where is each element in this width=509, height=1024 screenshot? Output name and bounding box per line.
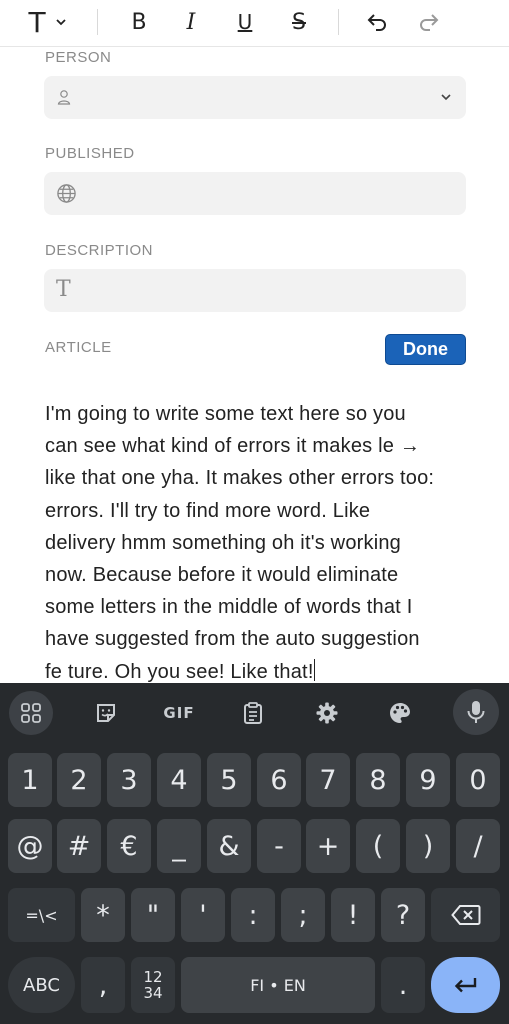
undo-button[interactable]	[360, 5, 394, 39]
clipboard-icon	[244, 702, 262, 724]
apps-button[interactable]	[9, 691, 53, 735]
key-question[interactable]: ?	[381, 888, 425, 942]
key-5[interactable]: 5	[207, 753, 251, 807]
italic-button[interactable]: I	[174, 5, 208, 39]
key-right-paren[interactable]: )	[406, 819, 450, 873]
chevron-down-icon	[441, 94, 451, 101]
underline-icon: U	[237, 10, 253, 34]
toolbar-divider	[338, 9, 339, 35]
key-ampersand[interactable]: &	[207, 819, 251, 873]
key-at[interactable]: @	[8, 819, 52, 873]
gif-button[interactable]: GIF	[157, 693, 201, 733]
key-3[interactable]: 3	[107, 753, 151, 807]
key-period[interactable]: .	[381, 957, 425, 1013]
key-more-symbols[interactable]: =\<	[8, 888, 75, 942]
article-line: errors. I'll try to find more word. Like	[45, 499, 371, 522]
voice-input-button[interactable]	[453, 689, 499, 735]
apps-icon	[21, 703, 41, 723]
key-1[interactable]: 1	[8, 753, 52, 807]
sticker-button[interactable]	[84, 693, 128, 733]
numpad-label: 12 34	[143, 969, 162, 1001]
published-label: PUBLISHED	[45, 145, 135, 162]
gif-label: GIF	[163, 704, 195, 722]
toolbar-divider	[97, 9, 98, 35]
mic-icon	[467, 701, 485, 723]
italic-icon: I	[186, 9, 196, 35]
underline-button[interactable]: U	[228, 5, 262, 39]
enter-icon	[454, 978, 476, 993]
description-label: DESCRIPTION	[45, 242, 154, 259]
key-7[interactable]: 7	[306, 753, 350, 807]
undo-icon	[367, 14, 386, 31]
theme-button[interactable]	[378, 693, 422, 733]
person-label: PERSON	[45, 49, 112, 66]
key-left-paren[interactable]: (	[356, 819, 400, 873]
strikethrough-button[interactable]: S	[282, 5, 316, 39]
text-caret	[313, 658, 315, 681]
backspace-icon	[450, 905, 480, 925]
key-6[interactable]: 6	[257, 753, 301, 807]
key-backspace[interactable]	[431, 888, 500, 942]
description-field[interactable]: T	[44, 269, 466, 312]
key-double-quote[interactable]: "	[131, 888, 175, 942]
clipboard-button[interactable]	[231, 693, 275, 733]
key-4[interactable]: 4	[157, 753, 201, 807]
key-numpad[interactable]: 12 34	[131, 957, 175, 1013]
article-line: can see what kind of errors it makes le …	[45, 435, 421, 458]
key-0[interactable]: 0	[456, 753, 500, 807]
redo-button[interactable]	[412, 5, 446, 39]
redo-icon	[420, 14, 439, 31]
key-colon[interactable]: :	[231, 888, 275, 942]
key-underscore[interactable]: _	[157, 819, 201, 873]
text-style-button[interactable]: T	[18, 5, 78, 39]
article-line: I'm going to write some text here so you	[45, 403, 406, 425]
key-minus[interactable]: -	[257, 819, 301, 873]
globe-icon	[57, 184, 76, 203]
gear-icon	[316, 702, 338, 724]
done-button[interactable]: Done	[385, 334, 466, 365]
key-asterisk[interactable]: *	[81, 888, 125, 942]
palette-icon	[390, 703, 410, 723]
article-line: some letters in the middle of words that…	[45, 596, 413, 619]
settings-button[interactable]	[305, 693, 349, 733]
person-icon	[57, 90, 71, 105]
sticker-icon	[97, 704, 115, 722]
formatting-toolbar: T B I U S	[0, 0, 509, 47]
key-space[interactable]: FI • EN	[181, 957, 375, 1013]
numpad-top: 12	[143, 968, 163, 986]
key-2[interactable]: 2	[57, 753, 101, 807]
article-label: ARTICLE	[45, 339, 112, 356]
key-exclamation[interactable]: !	[331, 888, 375, 942]
key-9[interactable]: 9	[406, 753, 450, 807]
key-hash[interactable]: #	[57, 819, 101, 873]
published-field[interactable]	[44, 172, 466, 215]
article-line: delivery hmm something oh it's working	[45, 531, 401, 554]
strikethrough-icon: S	[292, 9, 306, 35]
bold-button[interactable]: B	[122, 5, 156, 39]
app-screen: T B I U S PERSON PUBLISHED DESCRIPTION T…	[0, 0, 509, 1024]
article-line: fe ture. Oh you see! Like that!	[45, 660, 314, 683]
bold-icon: B	[131, 9, 147, 35]
text-icon: T	[56, 277, 71, 302]
key-abc[interactable]: ABC	[8, 957, 75, 1013]
text-style-icon: T	[28, 5, 46, 39]
soft-keyboard: GIF 1 2 3 4 5 6 7 8 9 0 @ # € _ & - + (…	[0, 683, 509, 1024]
key-euro[interactable]: €	[107, 819, 151, 873]
chevron-down-icon	[55, 19, 66, 26]
key-enter[interactable]	[431, 957, 500, 1013]
key-single-quote[interactable]: '	[181, 888, 225, 942]
article-editor[interactable]: I'm going to write some text here so you…	[45, 398, 485, 688]
key-semicolon[interactable]: ;	[281, 888, 325, 942]
key-comma[interactable]: ,	[81, 957, 125, 1013]
key-8[interactable]: 8	[356, 753, 400, 807]
keyboard-toolbar: GIF	[0, 683, 509, 741]
key-slash[interactable]: /	[456, 819, 500, 873]
article-line: like that one yha. It makes other errors…	[45, 467, 435, 490]
numpad-bottom: 34	[143, 984, 163, 1002]
article-line: now. Because before it would eliminate	[45, 564, 399, 587]
article-line: have suggested from the auto suggestion	[45, 628, 420, 651]
person-select[interactable]	[44, 76, 466, 119]
key-plus[interactable]: +	[306, 819, 350, 873]
